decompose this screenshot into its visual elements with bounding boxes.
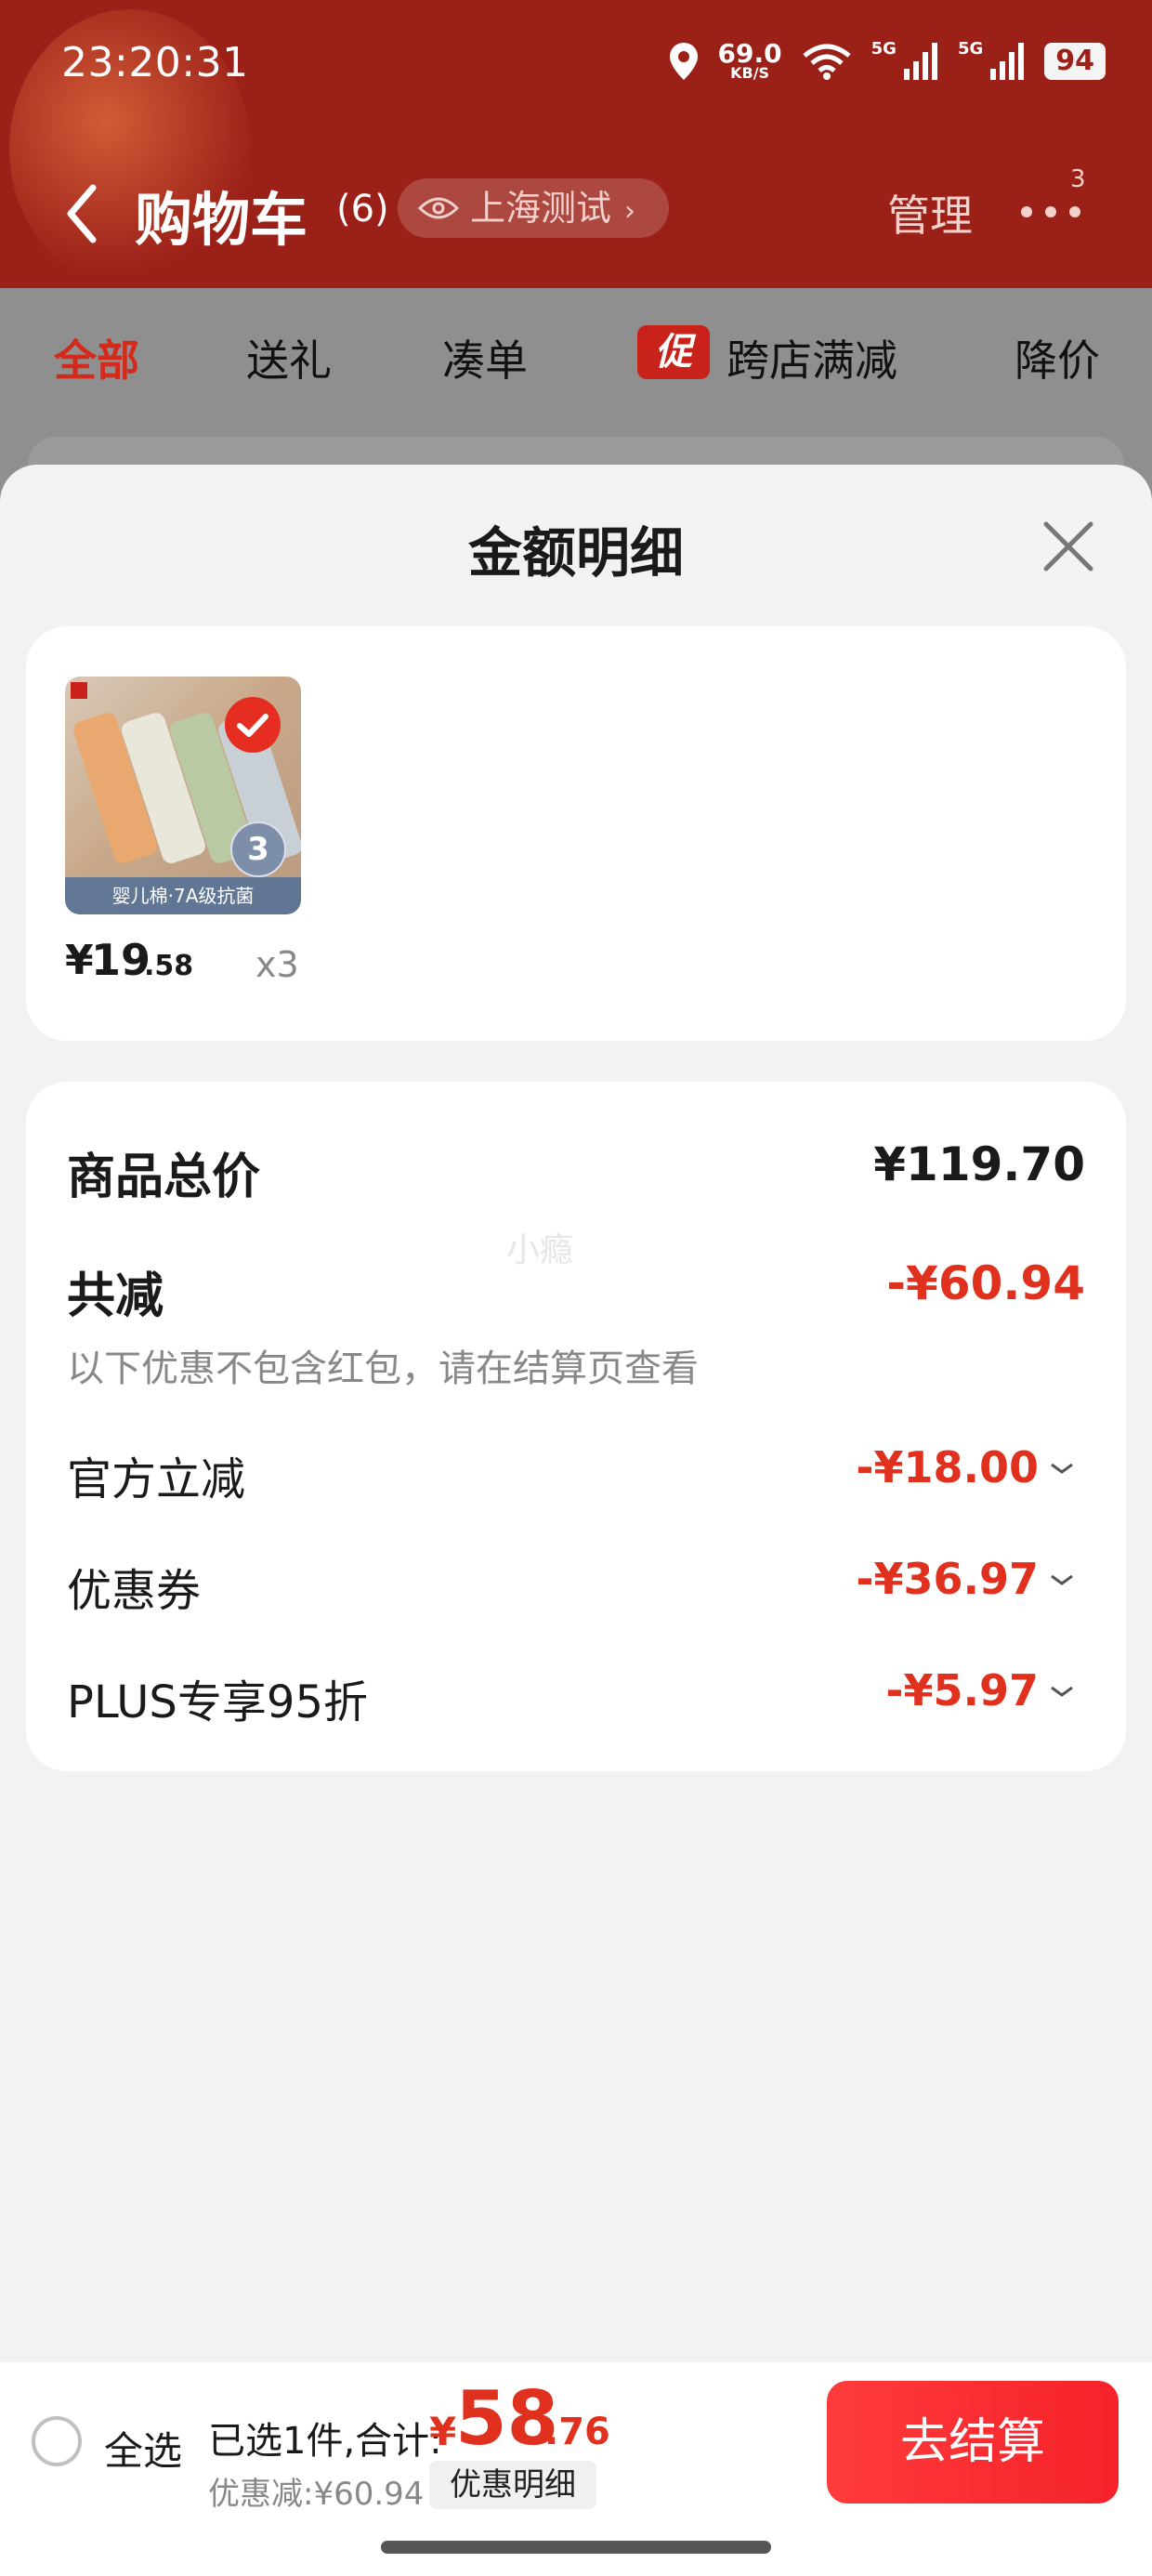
promo-tag: 促 — [637, 325, 710, 379]
checkout-button[interactable]: 去结算 — [827, 2381, 1119, 2504]
total-symbol: ¥ — [429, 2409, 457, 2454]
total-price-label: 商品总价 — [67, 1150, 261, 1205]
discount-summary: 优惠减:¥60.94 — [208, 2476, 425, 2513]
network-type-1: 5G — [871, 38, 897, 59]
tab-price-drop[interactable]: 降价 — [1015, 327, 1152, 388]
select-all-checkbox[interactable] — [32, 2416, 82, 2466]
status-time: 23:20:31 — [61, 39, 249, 86]
location-selector[interactable]: 上海测试 › — [398, 178, 670, 238]
total-price-value: ¥119.70 — [873, 1137, 1085, 1191]
total-decimal: .76 — [544, 2411, 610, 2453]
more-icon[interactable] — [1017, 203, 1092, 221]
chevron-down-icon[interactable] — [1048, 1459, 1076, 1478]
back-icon[interactable] — [56, 177, 111, 251]
manage-button[interactable]: 管理 — [887, 182, 973, 243]
price-symbol: ¥ — [65, 937, 94, 984]
discount-detail-button[interactable]: 优惠明细 — [429, 2461, 596, 2509]
reduction-value: -¥60.94 — [886, 1256, 1085, 1310]
discount-value-official[interactable]: -¥18.00 — [856, 1442, 1039, 1492]
signal-icon — [903, 43, 937, 80]
sheet-title: 金额明细 — [467, 521, 684, 585]
discount-label-official[interactable]: 官方立减 — [67, 1442, 245, 1507]
product-quantity: x3 — [255, 944, 299, 985]
discount-label-coupon[interactable]: 优惠券 — [67, 1554, 201, 1619]
status-icons: 69.0 KB/S 5G 5G 94 — [668, 33, 1106, 89]
tab-bundle[interactable]: 凑单 — [442, 327, 528, 388]
cart-count: (6) — [336, 188, 389, 230]
chevron-down-icon[interactable] — [1048, 1571, 1076, 1589]
network-type-2: 5G — [957, 38, 984, 59]
network-speed: 69.0 KB/S — [718, 41, 782, 81]
discount-value-coupon[interactable]: -¥36.97 — [856, 1554, 1039, 1604]
selected-summary: 已选1件,合计: — [208, 2420, 442, 2463]
select-all-label[interactable]: 全选 — [104, 2420, 182, 2477]
brand-logo — [71, 682, 87, 699]
product-image-caption: 婴儿棉·7A级抗菌 — [65, 877, 301, 914]
product-image[interactable]: 3 婴儿棉·7A级抗菌 — [65, 677, 301, 914]
location-label: 上海测试 — [470, 188, 612, 229]
price-decimal: .58 — [144, 950, 194, 982]
reduction-label: 共减 — [67, 1268, 164, 1324]
close-icon[interactable] — [1037, 515, 1100, 578]
tab-bar — [0, 288, 1152, 427]
checked-icon — [225, 697, 281, 753]
battery-indicator: 94 — [1044, 43, 1106, 80]
more-badge: 3 — [1070, 165, 1086, 193]
total-integer: 58 — [455, 2375, 559, 2462]
watermark: 小瘾 — [506, 1231, 574, 1269]
price-integer: 19 — [91, 935, 151, 985]
chevron-down-icon[interactable] — [1048, 1682, 1076, 1701]
chevron-right-icon: › — [624, 195, 636, 228]
discount-label-plus[interactable]: PLUS专享95折 — [67, 1665, 368, 1730]
location-icon — [669, 43, 698, 80]
wifi-icon — [803, 44, 851, 80]
home-indicator[interactable] — [381, 2541, 771, 2554]
page-title: 购物车 — [135, 186, 308, 254]
eye-icon — [418, 197, 459, 219]
signal-icon-2 — [990, 43, 1025, 80]
tab-cross-store[interactable]: 跨店满减 — [727, 327, 897, 388]
reduction-note: 以下优惠不包含红包，请在结算页查看 — [67, 1347, 699, 1390]
tab-all[interactable]: 全部 — [54, 327, 139, 388]
discount-value-plus[interactable]: -¥5.97 — [885, 1665, 1039, 1715]
tab-gift[interactable]: 送礼 — [246, 327, 332, 388]
pack-count-badge: 3 — [230, 821, 286, 877]
